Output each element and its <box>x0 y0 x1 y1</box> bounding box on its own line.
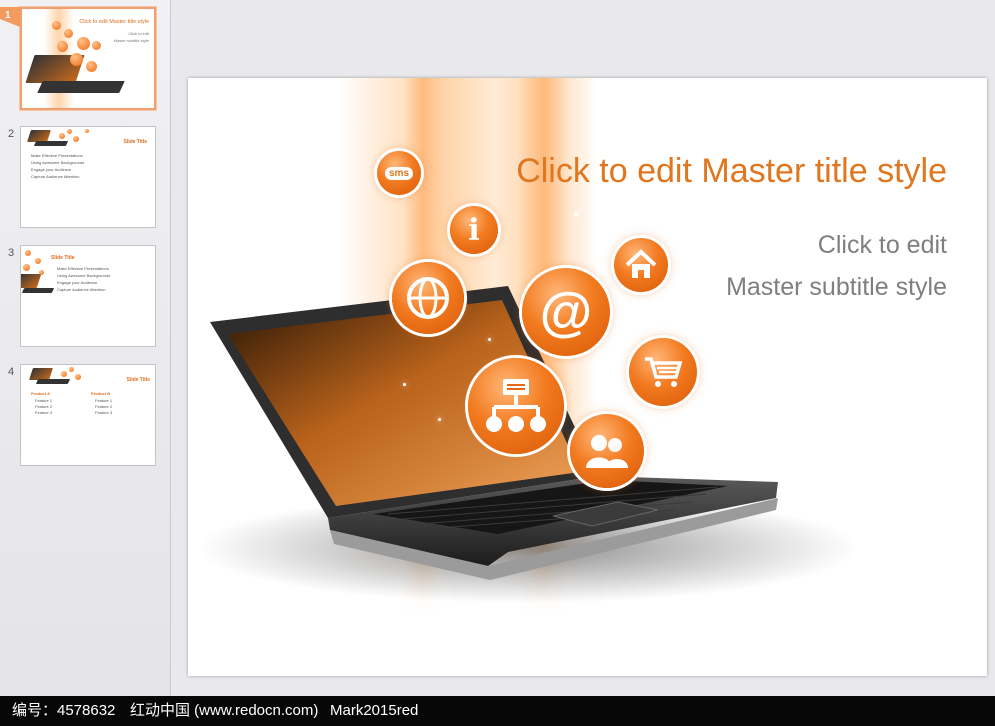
sparkle <box>403 383 406 386</box>
thumb3-title: Slide Title <box>51 255 75 261</box>
thumb1-number: 1 <box>5 10 11 21</box>
thumb4-col1-item: Feature 1 <box>35 398 53 403</box>
thumb3-laptop-base <box>21 288 55 293</box>
thumbnail-slide-4[interactable]: Slide Title Product A Product B Feature … <box>20 364 156 466</box>
info-label: i <box>468 212 480 248</box>
users-icon <box>570 414 644 488</box>
thumb3-bullet: Engage your Audience <box>57 280 98 285</box>
thumb3-laptop <box>21 274 42 288</box>
active-slide-marker: 1 <box>0 7 20 27</box>
thumb4-orb <box>61 371 67 377</box>
globe-icon <box>392 262 464 334</box>
thumb4-laptop-base <box>35 379 71 384</box>
thumb1-subtitle-1: Click to edit <box>128 31 149 36</box>
home-icon-glyph <box>625 249 657 278</box>
thumb4-col1-head: Product A <box>31 391 50 396</box>
thumb2-orb <box>67 129 72 134</box>
shopping-cart-icon <box>629 338 697 406</box>
sparkle <box>574 212 578 216</box>
thumb1-orb <box>92 41 101 50</box>
image-id-text: 编号：4578632 <box>12 702 116 719</box>
network-sitemap-icon <box>468 358 564 454</box>
sparkle <box>438 418 441 421</box>
site-text: 红动中国 (www.redocn.com) <box>130 702 319 719</box>
thumb4-col1-item: Feature 3 <box>35 410 53 415</box>
thumb2-title: Slide Title <box>123 139 147 145</box>
thumb2-bullet: Engage your Audience <box>31 167 72 172</box>
thumb2-number: 2 <box>8 128 15 140</box>
thumb1-orb <box>52 21 61 30</box>
thumb3-orb <box>35 258 41 264</box>
subtitle-line-2: Master subtitle style <box>726 273 947 301</box>
slide-title-placeholder[interactable]: Click to edit Master title style <box>188 152 947 191</box>
thumb2-bullet: Make Effective Presentations <box>31 153 83 158</box>
thumb2-bullet: Using Awesome Backgrounds <box>31 160 85 165</box>
thumb4-col2-head: Product B <box>91 391 111 396</box>
thumb3-bullet: Capture Audience Attention <box>57 287 106 292</box>
thumb4-col2-item: Feature 2 <box>95 404 113 409</box>
thumbnail-slide-3[interactable]: Slide Title Make Effective Presentations… <box>20 245 156 347</box>
home-icon <box>614 238 668 292</box>
thumb2-orb <box>85 129 89 133</box>
subtitle-line-1: Click to edit <box>817 231 947 259</box>
thumb1-orb <box>64 29 73 38</box>
at-label: @ <box>539 282 593 342</box>
thumb4-col1-item: Feature 2 <box>35 404 53 409</box>
info-icon: i <box>450 206 498 254</box>
thumb3-number: 3 <box>8 247 15 259</box>
thumb3-orb <box>23 264 30 271</box>
watermark-bar: 编号：4578632 红动中国 (www.redocn.com) Mark201… <box>0 696 995 726</box>
thumb1-orb <box>77 37 90 50</box>
thumb4-col2-item: Feature 1 <box>95 398 113 403</box>
slide-canvas[interactable]: sms i @ Click to edit Master title style… <box>188 78 987 676</box>
sitemap-icon-glyph <box>486 379 546 432</box>
thumb3-bullet: Make Effective Presentations <box>57 266 109 271</box>
thumbnail-slide-1[interactable]: Click to edit Master title style Click t… <box>20 7 156 110</box>
thumb2-bullet: Capture Audience Attention <box>31 174 80 179</box>
thumb1-title: Click to edit Master title style <box>79 19 149 25</box>
thumb2-orb <box>73 136 79 142</box>
thumb4-orb <box>75 374 81 380</box>
thumb2-laptop-base <box>33 141 69 146</box>
thumb1-orb <box>86 61 97 72</box>
cart-icon-glyph <box>645 357 683 387</box>
users-icon-glyph <box>586 435 628 468</box>
sparkle <box>488 338 491 341</box>
thumb1-laptop-base <box>37 81 125 93</box>
thumb1-subtitle-2: Master subtitle style <box>113 38 149 43</box>
thumbnail-slide-2[interactable]: Slide Title Make Effective Presentations… <box>20 126 156 228</box>
thumb3-orb <box>25 250 31 256</box>
thumb3-orb <box>39 270 44 275</box>
thumb4-orb <box>69 367 74 372</box>
thumbnail-slide-1-wrapper: Click to edit Master title style Click t… <box>0 7 170 117</box>
thumb1-orb <box>57 41 68 52</box>
at-sign-icon: @ <box>522 268 610 356</box>
thumb4-title: Slide Title <box>126 377 150 383</box>
thumbnail-slide-2-wrapper: 2 Slide Title Make Effective Presentatio… <box>0 126 170 236</box>
thumbnail-slide-4-wrapper: 4 Slide Title Product A Product B Featur… <box>0 364 170 474</box>
author-text: Mark2015red <box>330 702 419 719</box>
thumb1-orb <box>70 53 83 66</box>
thumb4-number: 4 <box>8 366 15 378</box>
thumbnail-slide-3-wrapper: 3 Slide Title Make Effective Presentatio… <box>0 245 170 355</box>
thumb4-col2-item: Feature 3 <box>95 410 113 415</box>
slide-subtitle-placeholder[interactable]: Click to edit Master subtitle style <box>726 224 947 308</box>
thumb2-orb <box>59 133 65 139</box>
slide-thumbnail-panel: Click to edit Master title style Click t… <box>0 0 171 696</box>
thumb3-bullet: Using Awesome Backgrounds <box>57 273 111 278</box>
globe-icon-glyph <box>407 277 449 319</box>
